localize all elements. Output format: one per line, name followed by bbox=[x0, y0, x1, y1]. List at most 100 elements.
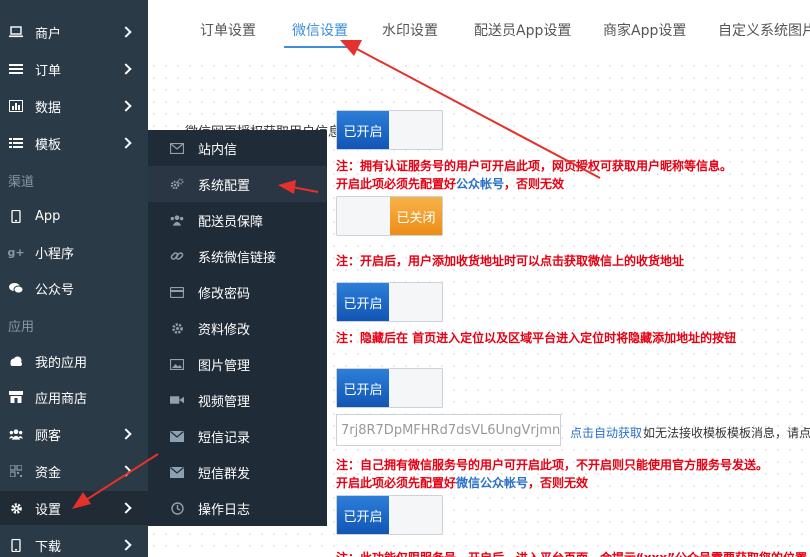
wechat-official-account-link[interactable]: 微信公众帐号 bbox=[456, 476, 528, 490]
list-icon bbox=[9, 63, 23, 75]
submenu-item-label: 图片管理 bbox=[198, 358, 251, 374]
submenu-item-system-config[interactable]: 系统配置 bbox=[148, 166, 327, 202]
qr-icon bbox=[9, 465, 23, 477]
chevron-right-icon bbox=[120, 465, 132, 477]
sidebar-item-orders[interactable]: 订单 bbox=[0, 52, 148, 86]
video-icon bbox=[170, 393, 184, 407]
sidebar-item-customers[interactable]: 顾客 bbox=[0, 417, 148, 451]
sidebar-item-label: 商户 bbox=[35, 26, 62, 42]
chevron-right-icon bbox=[120, 428, 132, 440]
users-icon bbox=[170, 213, 184, 227]
cloud-icon bbox=[9, 355, 23, 367]
sidebar-item-label: 小程序 bbox=[35, 246, 75, 262]
chevron-right-icon bbox=[120, 539, 132, 551]
link-icon bbox=[170, 249, 184, 263]
clock-icon bbox=[170, 501, 184, 515]
image-icon bbox=[170, 357, 184, 371]
settings-tabs: 订单设置 微信设置 水印设置 配送员App设置 商家App设置 自定义系统图片 bbox=[148, 0, 810, 58]
toggle-state-label: 已开启 bbox=[337, 283, 389, 321]
sidebar-item-templates[interactable]: 模板 bbox=[0, 126, 148, 160]
sidebar-item-funds[interactable]: 资金 bbox=[0, 454, 148, 488]
submenu-item-wechat-link[interactable]: 系统微信链接 bbox=[148, 238, 327, 274]
submenu-item-sms-broadcast[interactable]: 短信群发 bbox=[148, 454, 327, 490]
oauth-note-line1: 注：拥有认证服务号的用户可开启此项，网页授权可获取用户昵称等信息。 bbox=[336, 159, 733, 173]
submenu-item-label: 视频管理 bbox=[198, 394, 251, 410]
submenu-item-label: 短信群发 bbox=[198, 466, 251, 482]
mobile-icon bbox=[9, 538, 23, 552]
mail-icon bbox=[170, 465, 184, 479]
sidebar-item-label: 顾客 bbox=[35, 428, 62, 444]
sidebar-item-label: 设置 bbox=[35, 502, 62, 518]
sidebar-item-official-account[interactable]: 公众号 bbox=[0, 271, 148, 305]
sidebar-item-label: 下载 bbox=[35, 539, 62, 555]
submenu-item-change-password[interactable]: 修改密码 bbox=[148, 274, 327, 310]
sidebar-item-data[interactable]: 数据 bbox=[0, 89, 148, 123]
main-sidebar: 商户 订单 数据 模板 渠道 App g+ 小程序 公众号 应用 我的应用 应用… bbox=[0, 0, 148, 557]
tab-custom-system-images[interactable]: 自定义系统图片 bbox=[718, 20, 810, 40]
chevron-right-icon bbox=[120, 100, 132, 112]
official-account-link[interactable]: 公众帐号 bbox=[456, 177, 504, 191]
submenu-item-sms-log[interactable]: 短信记录 bbox=[148, 418, 327, 454]
tab-watermark-settings[interactable]: 水印设置 bbox=[382, 20, 438, 40]
submenu-item-label: 站内信 bbox=[198, 142, 238, 158]
hide-add-address-toggle[interactable]: 已开启 bbox=[336, 282, 443, 322]
users-icon bbox=[9, 428, 23, 440]
toggle-state-label: 已开启 bbox=[337, 496, 389, 534]
gear-icon bbox=[9, 502, 23, 514]
active-tab-indicator bbox=[284, 46, 348, 48]
submenu-item-label: 配送员保障 bbox=[198, 214, 264, 230]
mobile-icon bbox=[9, 209, 23, 223]
oauth-note-line2: 开启此项必须先配置好公众帐号，否则无效 bbox=[336, 177, 565, 191]
sidebar-item-my-apps[interactable]: 我的应用 bbox=[0, 344, 148, 378]
store-icon bbox=[9, 391, 23, 403]
sidebar-item-label: App bbox=[35, 208, 61, 224]
google-plus-icon: g+ bbox=[7, 245, 25, 259]
tab-courier-app-settings[interactable]: 配送员App设置 bbox=[474, 20, 571, 40]
card-icon bbox=[170, 285, 184, 299]
sidebar-item-settings[interactable]: 设置 bbox=[0, 491, 148, 525]
template-note-line2: 开启此项必须先配置好微信公众帐号，否则无效 bbox=[336, 476, 589, 490]
submenu-item-image-manage[interactable]: 图片管理 bbox=[148, 346, 327, 382]
submenu-item-label: 修改密码 bbox=[198, 286, 251, 302]
template-id-input[interactable] bbox=[336, 414, 561, 446]
sidebar-item-label: 应用商店 bbox=[35, 391, 88, 407]
tab-wechat-settings[interactable]: 微信设置 bbox=[292, 20, 348, 40]
gears-icon bbox=[170, 177, 184, 191]
location-toggle[interactable]: 已开启 bbox=[336, 495, 443, 535]
template-message-toggle[interactable]: 已开启 bbox=[336, 368, 443, 408]
submenu-item-operation-log[interactable]: 操作日志 bbox=[148, 490, 327, 526]
sidebar-item-merchants[interactable]: 商户 bbox=[0, 15, 148, 49]
sidebar-item-mini-program[interactable]: g+ 小程序 bbox=[0, 235, 148, 269]
submenu-item-video-manage[interactable]: 视频管理 bbox=[148, 382, 327, 418]
toggle-state-label: 已开启 bbox=[337, 111, 389, 149]
mail-icon bbox=[170, 141, 184, 155]
chevron-right-icon bbox=[120, 137, 132, 149]
sidebar-item-label: 订单 bbox=[35, 63, 62, 79]
tab-merchant-app-settings[interactable]: 商家App设置 bbox=[603, 20, 686, 40]
chat-icon bbox=[9, 282, 23, 294]
auto-fetch-link[interactable]: 点击自动获取 bbox=[570, 424, 642, 441]
oauth-user-info-toggle[interactable]: 已开启 bbox=[336, 110, 443, 150]
mail-icon bbox=[170, 429, 184, 443]
chevron-right-icon bbox=[120, 26, 132, 38]
sidebar-item-download[interactable]: 下载 bbox=[0, 528, 148, 557]
settings-submenu: 站内信 系统配置 配送员保障 系统微信链接 修改密码 资料修改 图片管理 视频管… bbox=[148, 130, 327, 526]
sidebar-item-label: 资金 bbox=[35, 465, 62, 481]
chevron-right-icon bbox=[120, 63, 132, 75]
sidebar-item-app[interactable]: App bbox=[0, 199, 148, 233]
sidebar-item-label: 我的应用 bbox=[35, 355, 88, 371]
wechat-address-toggle[interactable]: 已关闭 bbox=[336, 196, 443, 236]
toggle-state-label: 已关闭 bbox=[390, 197, 442, 235]
template-note-line1: 注：自己拥有微信服务号的用户可开启此项，不开启则只能使用官方服务号发送。 bbox=[336, 458, 769, 472]
bar-chart-icon bbox=[9, 100, 23, 112]
submenu-item-courier-guarantee[interactable]: 配送员保障 bbox=[148, 202, 327, 238]
submenu-item-profile-edit[interactable]: 资料修改 bbox=[148, 310, 327, 346]
tab-order-settings[interactable]: 订单设置 bbox=[200, 20, 256, 40]
toggle-state-label: 已开启 bbox=[337, 369, 389, 407]
submenu-item-label: 操作日志 bbox=[198, 502, 251, 518]
wechat-address-note: 注：开启后，用户添加收货地址时可以点击获取微信上的收货地址 bbox=[336, 254, 685, 268]
laptop-icon bbox=[9, 26, 23, 38]
gear-icon bbox=[170, 321, 184, 335]
submenu-item-inbox[interactable]: 站内信 bbox=[148, 130, 327, 166]
sidebar-item-app-store[interactable]: 应用商店 bbox=[0, 380, 148, 414]
